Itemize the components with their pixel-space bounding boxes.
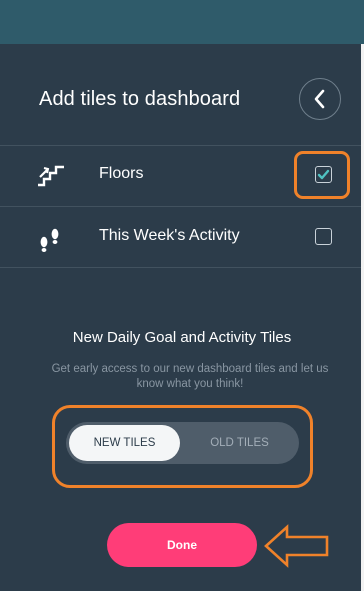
tile-row-weekly-activity[interactable]: This Week's Activity — [0, 207, 361, 267]
tile-label-weekly-activity: This Week's Activity — [99, 227, 240, 244]
checkbox-highlight-annotation — [294, 151, 350, 199]
stairs-icon — [38, 165, 64, 187]
section-heading: New Daily Goal and Activity Tiles — [72, 329, 292, 346]
page-title: Add tiles to dashboard — [39, 88, 241, 110]
weekly-activity-checkbox[interactable] — [315, 228, 332, 245]
tile-label-floors: Floors — [99, 165, 144, 182]
done-button[interactable]: Done — [107, 523, 257, 567]
chevron-left-icon — [314, 89, 325, 109]
top-band — [0, 0, 364, 44]
back-button[interactable] — [299, 78, 341, 120]
footprints-icon — [40, 228, 59, 252]
add-tiles-panel: Add tiles to dashboard Floors This Week'… — [0, 0, 364, 591]
section-description: Get early access to our new dashboard ti… — [51, 363, 329, 390]
arrow-left-annotation — [264, 524, 329, 568]
row-divider — [0, 267, 361, 268]
toggle-highlight-annotation — [52, 405, 313, 488]
